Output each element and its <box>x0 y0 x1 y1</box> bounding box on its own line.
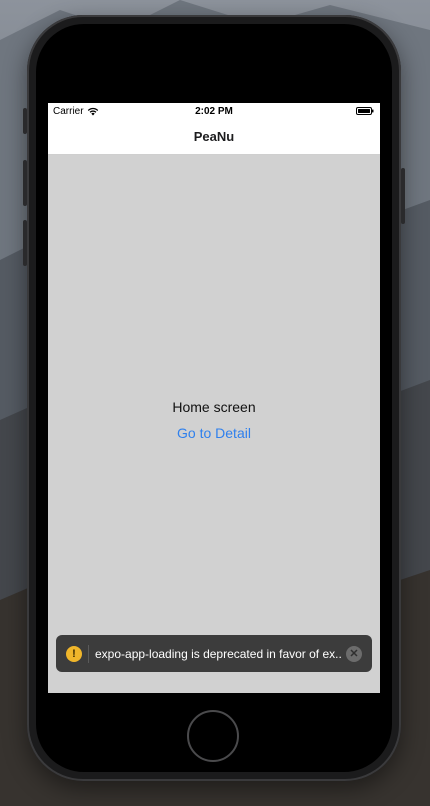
mute-switch <box>23 108 27 134</box>
deprecation-warning-toast[interactable]: ! expo-app-loading is deprecated in favo… <box>56 635 372 672</box>
volume-up-button <box>23 160 27 206</box>
power-button <box>401 168 405 224</box>
go-to-detail-link[interactable]: Go to Detail <box>48 425 380 441</box>
navigation-header: PeaNu <box>48 120 380 155</box>
desktop-background: Carrier 2:02 PM PeaNu Home screen Go to … <box>0 0 430 806</box>
status-bar: Carrier 2:02 PM <box>48 103 380 120</box>
home-screen-label: Home screen <box>172 399 256 415</box>
warning-icon: ! <box>66 645 82 662</box>
toast-message: expo-app-loading is deprecated in favor … <box>95 646 342 661</box>
volume-down-button <box>23 220 27 266</box>
app-screen: Carrier 2:02 PM PeaNu Home screen Go to … <box>48 103 380 693</box>
page-title: PeaNu <box>193 129 235 144</box>
battery-icon <box>356 107 374 115</box>
toast-divider <box>88 644 89 663</box>
status-time: 2:02 PM <box>195 106 233 117</box>
close-icon[interactable]: ✕ <box>346 645 362 662</box>
home-content: Home screen Go to Detail <box>48 155 380 693</box>
home-button[interactable] <box>187 710 239 762</box>
